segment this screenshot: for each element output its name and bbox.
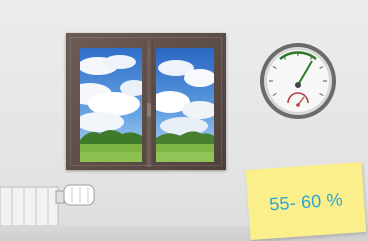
window-pane-right (156, 48, 214, 162)
radiator-icon (0, 181, 100, 227)
window-mullion (145, 41, 153, 167)
window-illustration (66, 33, 226, 170)
humidity-range-text: 55- 60 % (268, 189, 344, 215)
hygrometer-icon (258, 41, 338, 121)
wall-background: 55- 60 % (0, 0, 368, 241)
window-handle (147, 103, 151, 117)
window-pane-left (80, 48, 142, 162)
sky-landscape-image-right (156, 48, 214, 162)
sky-landscape-image (80, 48, 142, 162)
humidity-sticky-note: 55- 60 % (245, 162, 367, 240)
